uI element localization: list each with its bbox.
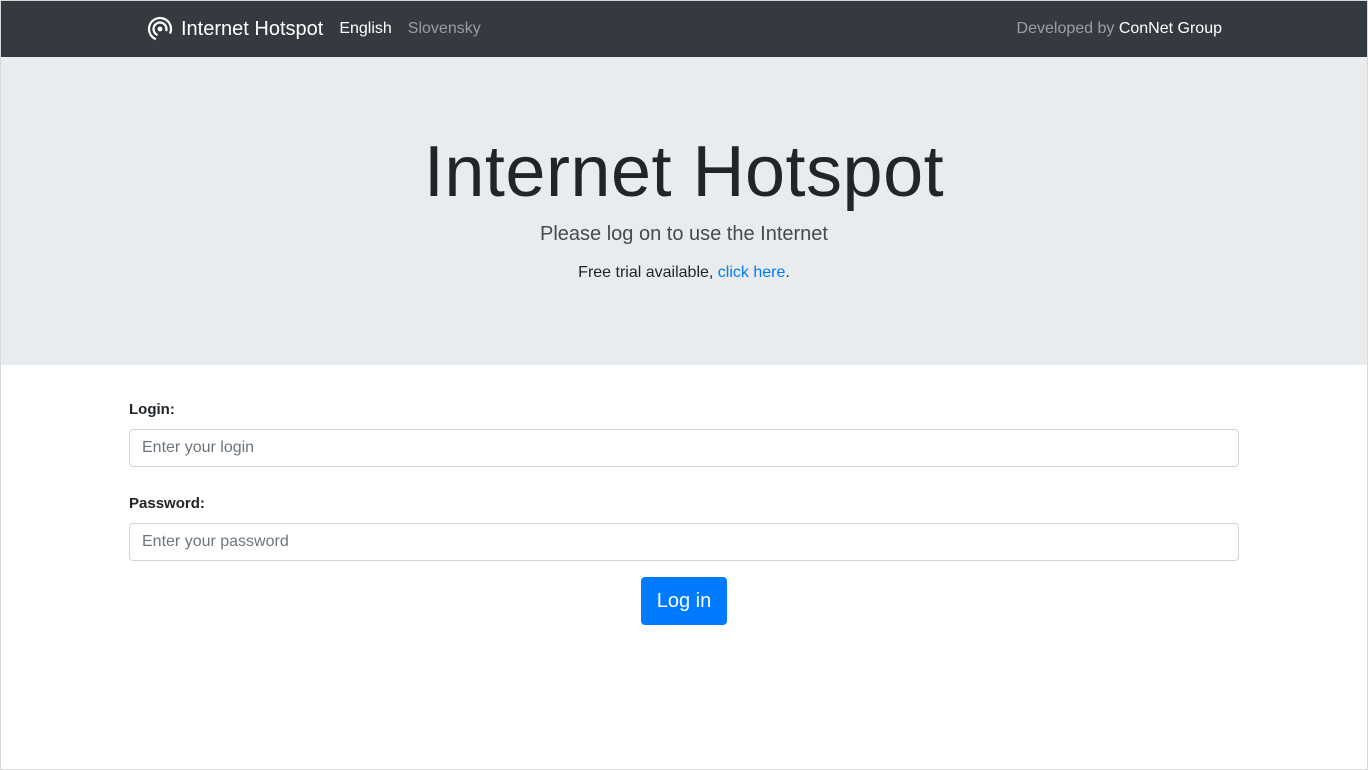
- wifi-hotspot-icon: [147, 16, 173, 42]
- brand-label: Internet Hotspot: [181, 17, 324, 40]
- developer-credit: Developed by ConNet Group: [1017, 20, 1222, 38]
- free-trial-link[interactable]: click here: [718, 264, 786, 281]
- page-subtitle: Please log on to use the Internet: [540, 223, 828, 246]
- free-trial-notice: Free trial available, click here.: [1, 264, 1367, 282]
- password-label: Password:: [129, 495, 205, 512]
- brand-link[interactable]: Internet Hotspot: [147, 16, 323, 42]
- developer-link[interactable]: ConNet Group: [1119, 20, 1222, 37]
- hero-section: Internet Hotspot Please log on to use th…: [1, 57, 1367, 365]
- login-form: Login: Password: Log in: [129, 365, 1239, 625]
- login-group: Login:: [129, 401, 1239, 467]
- submit-row: Log in: [129, 577, 1239, 625]
- login-label: Login:: [129, 401, 175, 418]
- login-input[interactable]: [129, 429, 1239, 467]
- page-title: Internet Hotspot: [423, 132, 945, 212]
- password-input[interactable]: [129, 523, 1239, 561]
- language-english-link[interactable]: English: [339, 20, 391, 38]
- top-navbar: Internet Hotspot English Slovensky Devel…: [1, 1, 1367, 57]
- free-trial-suffix: .: [785, 264, 790, 282]
- language-slovensky-link[interactable]: Slovensky: [408, 20, 481, 38]
- free-trial-text: Free trial available,: [578, 264, 714, 282]
- password-group: Password:: [129, 495, 1239, 561]
- login-button[interactable]: Log in: [640, 577, 728, 625]
- developed-by-text: Developed by: [1016, 20, 1115, 37]
